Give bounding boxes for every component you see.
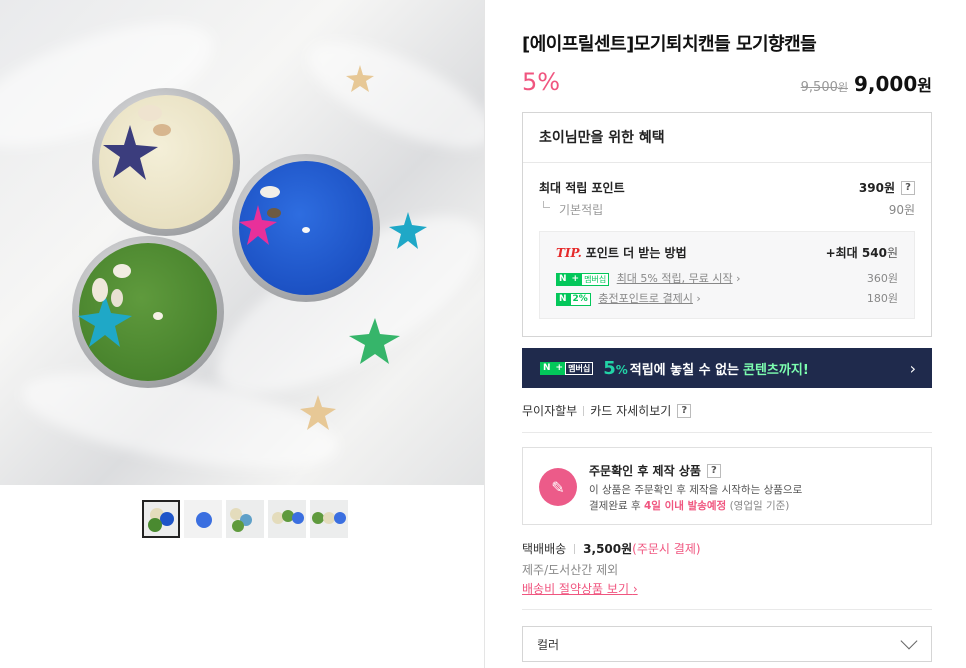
thumbnail-4[interactable] (268, 500, 306, 538)
product-title: [에이프릴센트]모기퇴치캔들 모기향캔들 (522, 34, 817, 55)
benefit-heading: 초이님만을 위한 혜택 (523, 113, 931, 163)
notice-title: 주문확인 후 제작 상품? (589, 462, 721, 479)
chevron-right-icon: › (909, 358, 916, 378)
thumbnail-1[interactable] (142, 500, 180, 538)
base-points-row: 기본적립 90원 (539, 201, 915, 218)
help-icon[interactable]: ? (677, 403, 692, 418)
discount-rate: 5% (522, 68, 561, 96)
divider (522, 432, 932, 433)
thumbnail-3[interactable] (226, 500, 264, 538)
help-icon[interactable]: ? (706, 463, 721, 478)
charge-link[interactable]: 충전포인트로 결제시 (598, 292, 693, 305)
made-to-order-notice: ✎ 주문확인 후 제작 상품? 이 상품은 주문확인 후 제작을 시작하는 상품… (522, 447, 932, 525)
banner-big-number: 5% (603, 357, 628, 379)
starfish-decor (78, 65, 427, 430)
shipping-fee: 3,500원 (583, 542, 633, 556)
naver-pay-badge: N 2% (556, 292, 591, 306)
tip-box: TIP. 포인트 더 받는 방법 +최대 540원 N + 멤버십 최대 5% 적립,… (539, 231, 915, 319)
banner-text: 적립에 놓칠 수 없는 (629, 362, 740, 378)
max-points-row: 최대 적립 포인트 390원? (539, 179, 915, 196)
shipping-method: 택배배송 (522, 542, 567, 556)
card-details-link[interactable]: 카드 자세히보기 (590, 402, 671, 419)
notice-line2: 결제완료 후 4일 이내 발송예정 (영업일 기준) (589, 500, 790, 512)
charge-value: 180원 (866, 292, 898, 305)
tip-title: TIP. 포인트 더 받는 방법 (556, 246, 687, 260)
chevron-right-icon: › (736, 272, 741, 285)
product-gallery (0, 0, 484, 668)
notice-line1: 이 상품은 주문확인 후 제작을 시작하는 상품으로 (589, 484, 803, 496)
max-points-label: 최대 적립 포인트 (539, 181, 625, 195)
benefit-box: 초이님만을 위한 혜택 최대 적립 포인트 390원? 기본적립 90원 TIP… (522, 112, 932, 337)
shipping-row: 택배배송 3,500원(주문시 결제) (522, 540, 701, 557)
installment-label: 무이자할부 (522, 404, 578, 418)
membership-row[interactable]: N + 멤버십 최대 5% 적립, 무료 시작 › 360원 (556, 270, 898, 286)
chevron-right-icon: › (696, 292, 701, 305)
chevron-right-icon: › (632, 582, 638, 596)
shipping-exclusion: 제주/도서산간 제외 (522, 563, 619, 577)
thumbnail-strip (142, 500, 348, 538)
payment-row: 무이자할부 카드 자세히보기 ? (522, 402, 692, 419)
membership-value: 360원 (866, 272, 898, 285)
color-option-select[interactable]: 컬러 (522, 626, 932, 662)
thumbnail-2[interactable] (184, 500, 222, 538)
naver-membership-badge: N + 멤버십 (556, 272, 610, 286)
vertical-divider (484, 0, 485, 668)
price: 9,500원 9,000원 (801, 72, 932, 96)
base-points-label: 기본적립 (539, 201, 603, 218)
shipping-fee-note: (주문시 결제) (632, 542, 701, 556)
tip-max-points: +최대 540원 (825, 246, 898, 260)
base-points-value: 90원 (888, 203, 915, 217)
edit-icon: ✎ (539, 468, 577, 506)
membership-link[interactable]: 최대 5% 적립, 무료 시작 (617, 272, 733, 285)
charge-row[interactable]: N 2% 충전포인트로 결제시 › 180원 (556, 290, 898, 306)
divider (522, 609, 932, 610)
shipping-saver-link[interactable]: 배송비 절약상품 보기 › (522, 580, 638, 597)
main-product-photo[interactable] (0, 0, 484, 485)
naver-membership-badge: N + 멤버십 (540, 361, 594, 375)
original-price: 9,500원 (800, 80, 848, 95)
chevron-down-icon (900, 632, 918, 650)
banner-highlight: 콘텐츠까지! (743, 362, 809, 378)
sale-price: 9,000원 (854, 72, 932, 96)
option-label: 컬러 (537, 637, 560, 652)
max-points-value: 390원 (858, 181, 895, 195)
membership-banner[interactable]: N + 멤버십 5% 적립에 놓칠 수 없는 콘텐츠까지! › (522, 348, 932, 388)
thumbnail-5[interactable] (310, 500, 348, 538)
help-icon[interactable]: ? (901, 180, 915, 195)
